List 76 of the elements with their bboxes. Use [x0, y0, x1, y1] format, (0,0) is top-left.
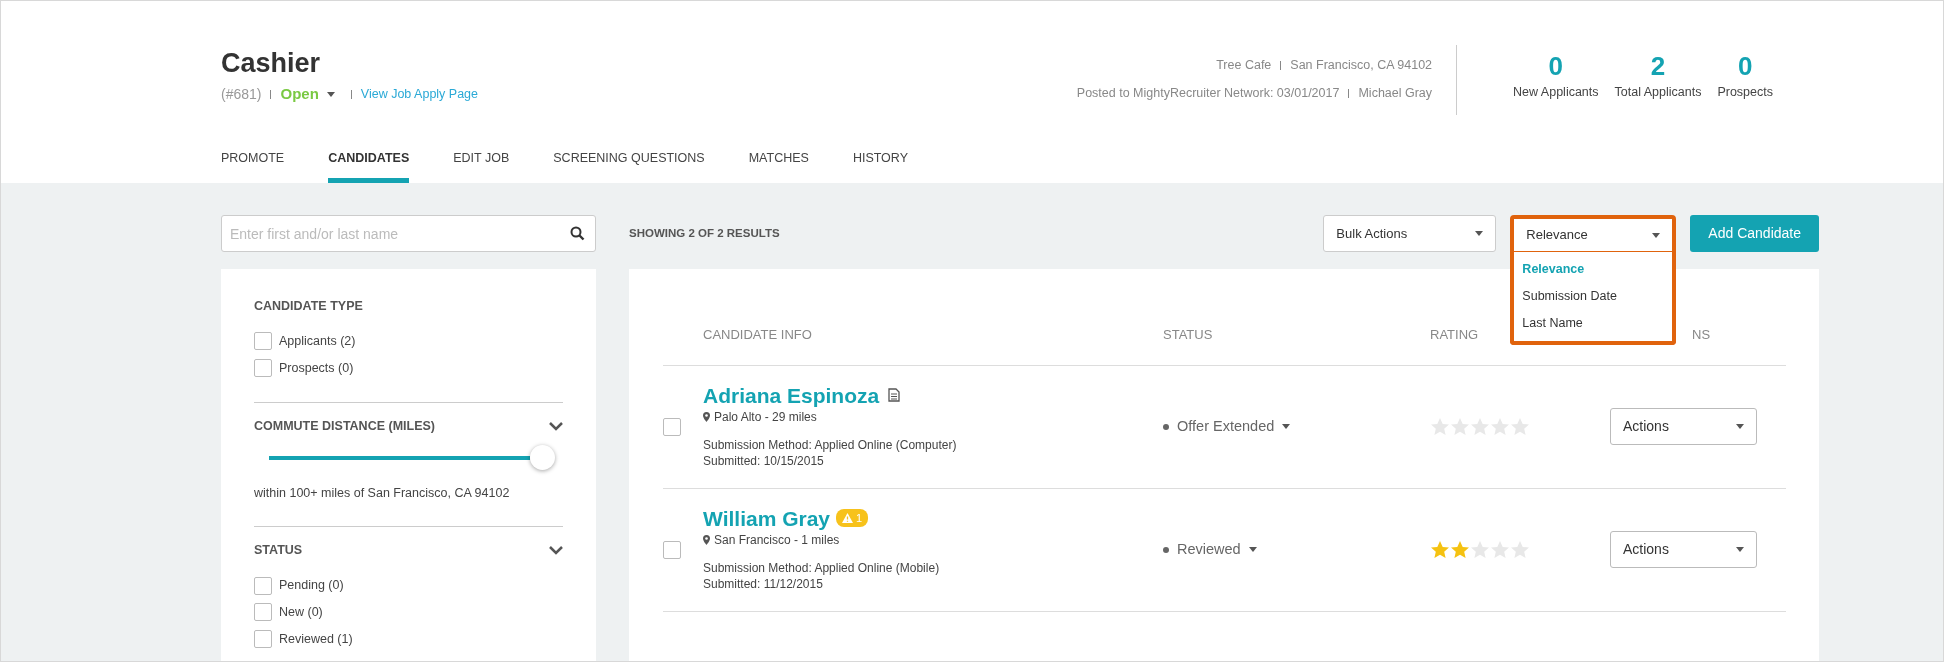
nav-tab[interactable]: EDIT JOB [453, 149, 510, 183]
menu-item[interactable]: Submission Date [1514, 283, 1673, 310]
bulk-actions-select[interactable]: Bulk Actions [1323, 215, 1497, 252]
location-pin-icon [703, 534, 710, 545]
caret-icon [1736, 424, 1744, 429]
caret-icon [1282, 424, 1291, 429]
chevron-down-icon[interactable] [549, 546, 563, 556]
status-dot-icon [1163, 546, 1169, 553]
stat-value: 0 [1547, 53, 1565, 79]
job-id: (#681) [221, 85, 262, 105]
column-header: RATING [1430, 327, 1479, 342]
stat-value: 2 [1649, 53, 1667, 79]
stat-value: 0 [1736, 53, 1754, 79]
nav-tab[interactable]: SCREENING QUESTIONS [553, 149, 705, 183]
caret-icon [1652, 232, 1661, 238]
star-icon[interactable] [1470, 539, 1490, 560]
checkbox[interactable] [254, 359, 272, 378]
checkbox-label: Pending (0) [279, 577, 344, 595]
actions-dropdown[interactable]: Actions [1610, 531, 1757, 568]
search-icon[interactable] [570, 226, 585, 241]
caret-icon [1475, 231, 1484, 236]
caret-icon [326, 92, 335, 98]
star-icon[interactable] [1450, 539, 1470, 560]
job-location: San Francisco, CA 94102 [1290, 57, 1433, 74]
filter-title: STATUS [254, 543, 303, 559]
slider-thumb[interactable] [530, 444, 555, 470]
column-header: STATUS [1163, 327, 1213, 342]
star-rating[interactable] [1430, 539, 1530, 560]
status-dropdown[interactable]: Offer Extended [1163, 415, 1291, 438]
nav-tab[interactable]: MATCHES [748, 149, 809, 183]
company-name: Tree Cafe [1216, 57, 1272, 74]
status-dropdown[interactable]: Reviewed [1163, 538, 1257, 561]
status-dot-icon [1163, 423, 1169, 430]
search-field[interactable]: Enter first and/or last name [221, 215, 596, 252]
checkbox[interactable] [254, 603, 272, 622]
checkbox[interactable] [254, 576, 272, 595]
submission-date: Submitted: 11/12/2015 [703, 576, 824, 593]
chevron-down-icon[interactable] [549, 421, 563, 431]
candidate-location: San Francisco - 1 miles [714, 531, 840, 548]
column-header: NS [1692, 327, 1711, 342]
filter-title: CANDIDATE TYPE [254, 299, 363, 314]
warning-badge: 1 [836, 508, 869, 528]
column-header: CANDIDATE INFO [703, 327, 812, 342]
poster-name: Michael Gray [1358, 85, 1433, 102]
job-title: Cashier [221, 47, 322, 80]
checkbox[interactable] [254, 630, 272, 649]
sort-select[interactable]: Relevance [1510, 215, 1677, 252]
filter-title: COMMUTE DISTANCE (MILES) [254, 418, 435, 434]
checkbox-label: Applicants (2) [279, 333, 356, 350]
checkbox-label: Prospects (0) [279, 359, 354, 377]
nav-tab[interactable]: PROMOTE [221, 149, 285, 183]
checkbox-label: Reviewed (1) [279, 630, 353, 648]
candidate-location: Palo Alto - 29 miles [714, 408, 817, 425]
caret-icon [1736, 547, 1744, 552]
results-count: SHOWING 2 OF 2 RESULTS [629, 225, 780, 241]
document-icon[interactable] [888, 388, 901, 403]
menu-item[interactable]: Last Name [1514, 310, 1673, 337]
nav-tab[interactable]: HISTORY [852, 149, 908, 183]
stat-label: Prospects [1717, 84, 1773, 101]
nav-tab[interactable]: CANDIDATES [328, 149, 410, 183]
checkbox[interactable] [663, 417, 681, 436]
checkbox[interactable] [663, 540, 681, 559]
distance-caption: within 100+ miles of San Francisco, CA 94102 [254, 484, 511, 502]
submission-date: Submitted: 10/15/2015 [703, 453, 825, 470]
stat-label: Total Applicants [1614, 84, 1702, 101]
warning-icon [842, 513, 854, 524]
actions-dropdown[interactable]: Actions [1610, 408, 1757, 445]
location-pin-icon [703, 411, 710, 422]
submission-method: Submission Method: Applied Online (Computer) [703, 436, 957, 454]
checkbox-label: New (0) [279, 604, 323, 621]
checkbox[interactable] [254, 332, 272, 351]
caret-icon [1248, 547, 1257, 552]
submission-method: Submission Method: Applied Online (Mobile) [703, 559, 940, 577]
posted-date: Posted to MightyRecruiter Network: 03/01/2017 [1076, 85, 1340, 102]
star-icon[interactable] [1430, 539, 1450, 560]
stat-label: New Applicants [1513, 84, 1599, 101]
